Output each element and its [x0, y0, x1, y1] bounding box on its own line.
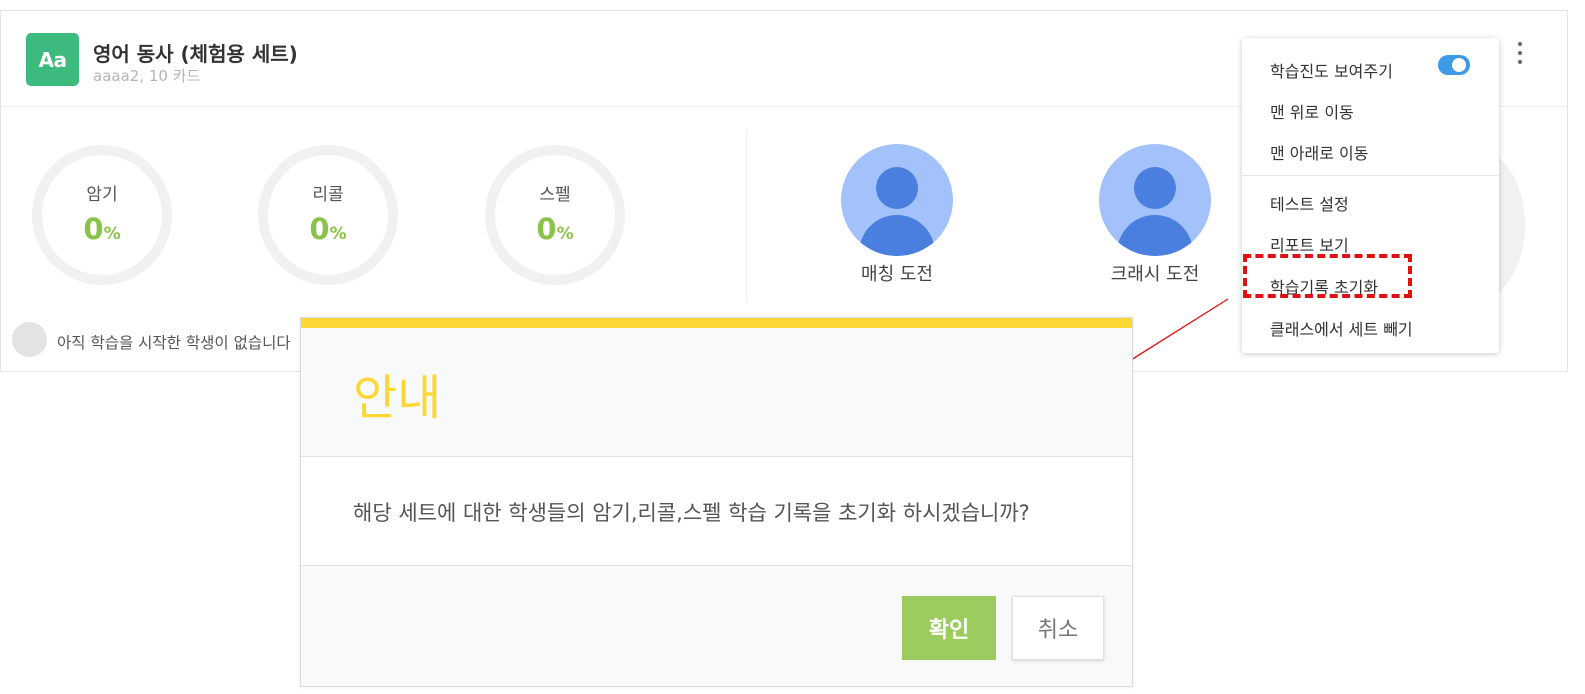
menu-item-move-top[interactable]: 맨 위로 이동	[1270, 99, 1354, 123]
set-meta: aaaa2, 10 카드	[93, 67, 201, 85]
game-crash[interactable]: 크래시 도전	[1085, 144, 1225, 286]
dialog-accent-bar	[301, 318, 1132, 328]
game-label: 크래시 도전	[1110, 264, 1200, 285]
no-students-text: 아직 학습을 시작한 학생이 없습니다	[57, 334, 291, 352]
stat-memorize: 암기 0%	[32, 145, 172, 285]
menu-item-remove-set[interactable]: 클래스에서 세트 빼기	[1270, 316, 1413, 340]
menu-item-view-report[interactable]: 리포트 보기	[1270, 232, 1349, 256]
dialog-message: 해당 세트에 대한 학생들의 암기,리콜,스펠 학습 기록을 초기화 하시겠습니…	[353, 501, 1030, 525]
user-avatar-icon	[1099, 144, 1211, 256]
stat-spell: 스펠 0%	[485, 145, 625, 285]
set-logo: Aa	[26, 33, 79, 86]
menu-item-show-progress[interactable]: 학습진도 보여주기	[1270, 58, 1393, 82]
stat-recall: 리콜 0%	[258, 145, 398, 285]
stat-value: 0%	[309, 212, 347, 246]
stat-label: 리콜	[312, 185, 344, 205]
stat-value: 0%	[536, 212, 574, 246]
student-avatar	[12, 322, 47, 357]
dialog-title: 안내	[353, 370, 442, 426]
game-matching[interactable]: 매칭 도전	[827, 144, 967, 286]
menu-divider	[1242, 175, 1499, 176]
confirm-button[interactable]: 확인	[902, 596, 996, 660]
stat-label: 암기	[86, 185, 118, 205]
section-divider	[746, 131, 747, 301]
menu-item-reset-records[interactable]: 학습기록 초기화	[1270, 274, 1378, 298]
menu-item-move-bottom[interactable]: 맨 아래로 이동	[1270, 140, 1369, 164]
progress-toggle[interactable]	[1438, 55, 1470, 75]
menu-item-test-settings[interactable]: 테스트 설정	[1270, 191, 1349, 215]
more-options-icon[interactable]	[1508, 37, 1532, 69]
confirm-dialog: 안내 해당 세트에 대한 학생들의 암기,리콜,스펠 학습 기록을 초기화 하시…	[300, 317, 1133, 687]
dialog-body: 해당 세트에 대한 학생들의 암기,리콜,스펠 학습 기록을 초기화 하시겠습니…	[301, 456, 1132, 566]
stat-value: 0%	[83, 212, 121, 246]
set-title[interactable]: 영어 동사 (체험용 세트)	[93, 38, 298, 67]
game-label: 매칭 도전	[861, 264, 933, 285]
options-dropdown: 학습진도 보여주기 맨 위로 이동 맨 아래로 이동 테스트 설정 리포트 보기…	[1242, 38, 1499, 353]
user-avatar-icon	[841, 144, 953, 256]
cancel-button[interactable]: 취소	[1012, 596, 1104, 660]
stat-label: 스펠	[539, 185, 571, 205]
